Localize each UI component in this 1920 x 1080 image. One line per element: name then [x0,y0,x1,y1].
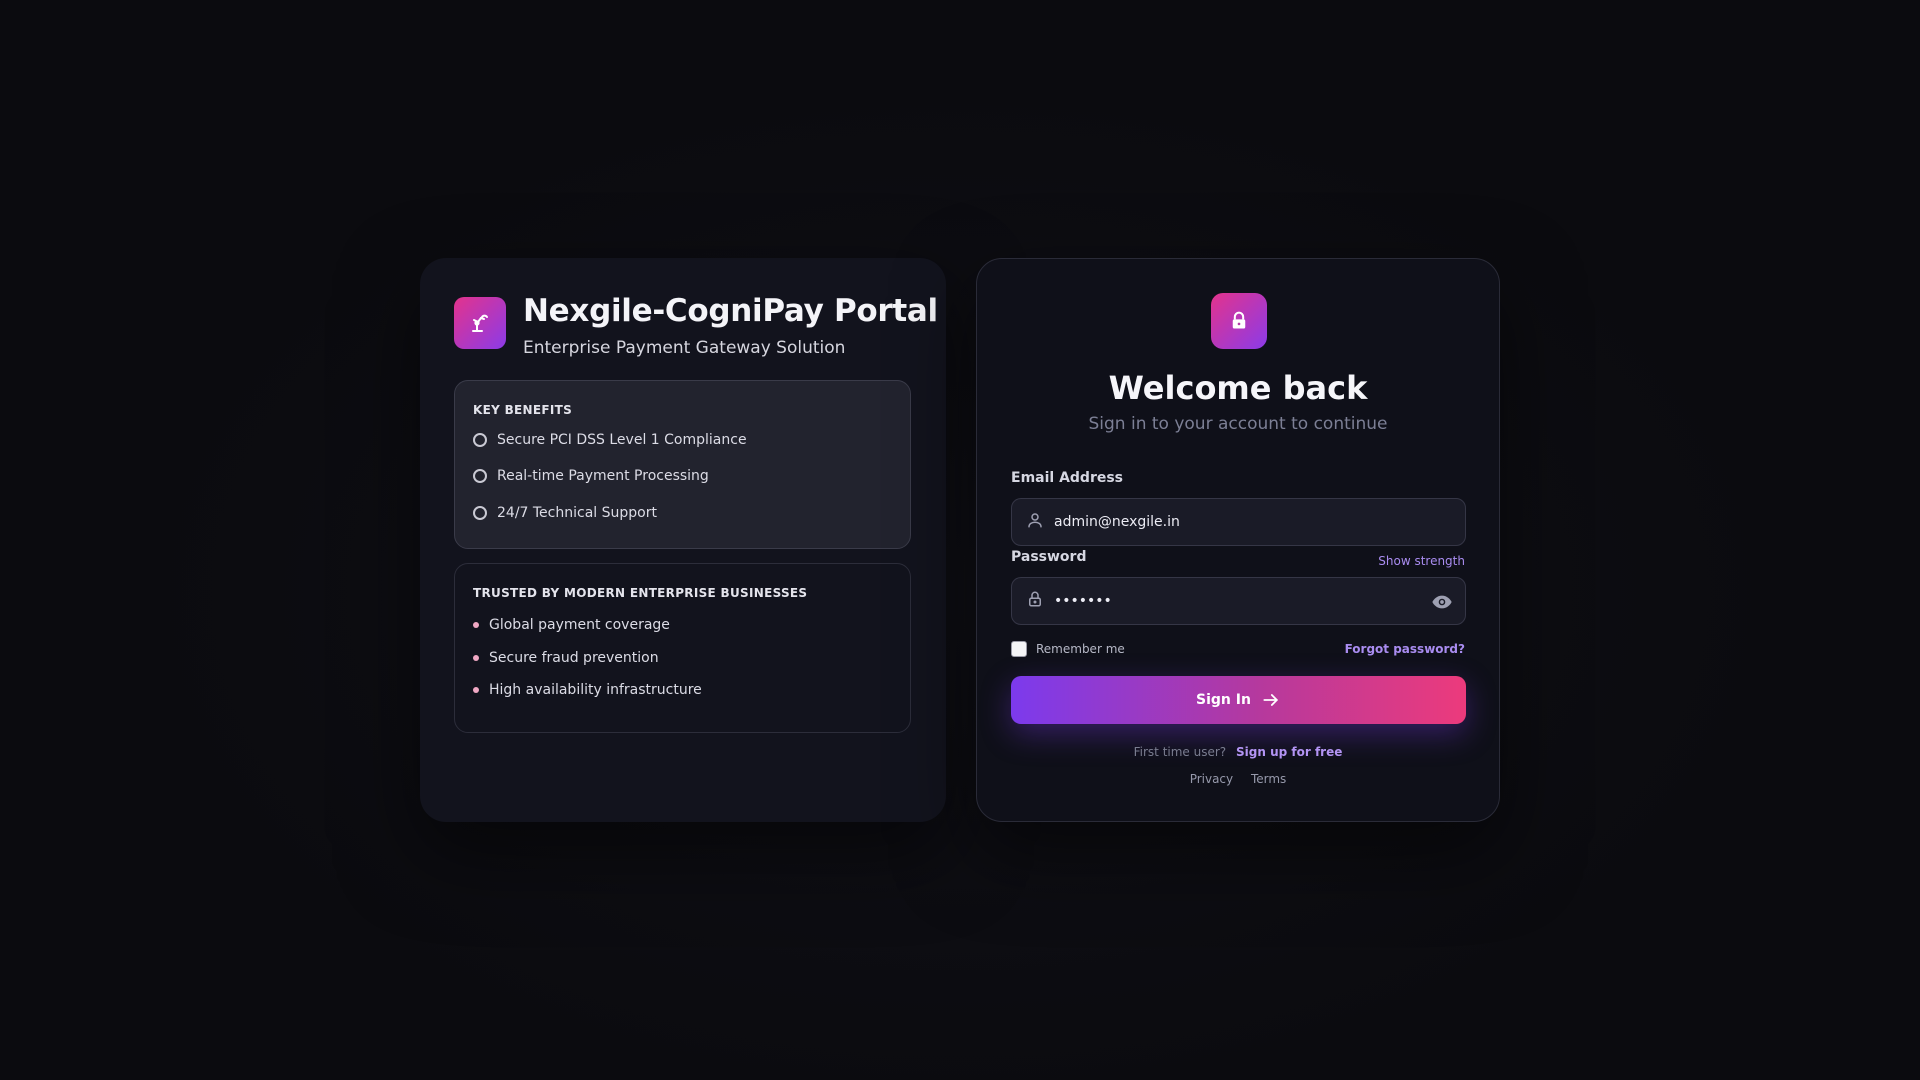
brand-title: Nexgile-CogniPay Portal [523,293,938,329]
trusted-by-panel: TRUSTED BY MODERN ENTERPRISE BUSINESSES … [454,563,911,733]
robot-arm-icon [454,297,506,349]
key-benefits-heading: KEY BENEFITS [473,403,573,417]
show-strength-link[interactable]: Show strength [1378,554,1465,568]
lock-icon [1211,293,1267,349]
benefit-label: 24/7 Technical Support [497,505,657,521]
password-label: Password [1011,549,1087,565]
bullet-icon [473,687,479,693]
benefit-item: 24/7 Technical Support [473,505,657,521]
page-background: Nexgile-CogniPay Portal Enterprise Payme… [0,0,1920,1080]
password-field-wrapper [1011,577,1466,625]
login-card: Welcome back Sign in to your account to … [976,258,1500,822]
benefit-item: Real-time Payment Processing [473,468,709,484]
legal-links: Privacy Terms [977,772,1499,786]
arrow-right-icon [1263,694,1278,706]
benefit-label: Secure PCI DSS Level 1 Compliance [497,432,747,448]
circle-icon [473,433,487,447]
sign-in-button[interactable]: Sign In [1011,676,1466,724]
first-time-text: First time user? [1133,745,1227,759]
remember-me-row: Remember me [1011,641,1125,657]
brand-text: Nexgile-CogniPay Portal Enterprise Payme… [523,295,938,358]
circle-icon [473,506,487,520]
lock-field-icon [1026,590,1044,612]
password-input[interactable] [1054,593,1384,609]
terms-link[interactable]: Terms [1251,772,1286,786]
key-benefits-panel: KEY BENEFITS Secure PCI DSS Level 1 Comp… [454,380,911,549]
trusted-heading: TRUSTED BY MODERN ENTERPRISE BUSINESSES [473,586,808,600]
benefit-label: Real-time Payment Processing [497,468,709,484]
trusted-label: Secure fraud prevention [489,650,659,666]
eye-icon[interactable] [1431,591,1453,617]
bullet-icon [473,655,479,661]
login-subtitle: Sign in to your account to continue [1088,414,1388,434]
trusted-label: Global payment coverage [489,617,670,633]
trusted-item: Secure fraud prevention [473,650,659,666]
sign-up-link[interactable]: Sign up for free [1236,745,1342,759]
sign-in-label: Sign In [1196,692,1251,708]
benefit-item: Secure PCI DSS Level 1 Compliance [473,432,747,448]
trusted-label: High availability infrastructure [489,682,702,698]
circle-icon [473,469,487,483]
trusted-item: High availability infrastructure [473,682,702,698]
bullet-icon [473,622,479,628]
remember-me-checkbox[interactable] [1011,641,1027,657]
brand-card: Nexgile-CogniPay Portal Enterprise Payme… [420,258,946,822]
privacy-link[interactable]: Privacy [1190,772,1233,786]
email-label: Email Address [1011,470,1124,486]
brand-header: Nexgile-CogniPay Portal Enterprise Payme… [454,295,938,358]
login-title: Welcome back [1108,369,1368,407]
brand-subtitle: Enterprise Payment Gateway Solution [523,337,846,358]
trusted-item: Global payment coverage [473,617,670,633]
email-input[interactable] [1054,514,1384,530]
signup-row: First time user? Sign up for free [977,745,1499,759]
user-icon [1026,511,1044,533]
email-field-wrapper [1011,498,1466,546]
forgot-password-link[interactable]: Forgot password? [1345,642,1465,656]
remember-me-label: Remember me [1036,642,1125,656]
